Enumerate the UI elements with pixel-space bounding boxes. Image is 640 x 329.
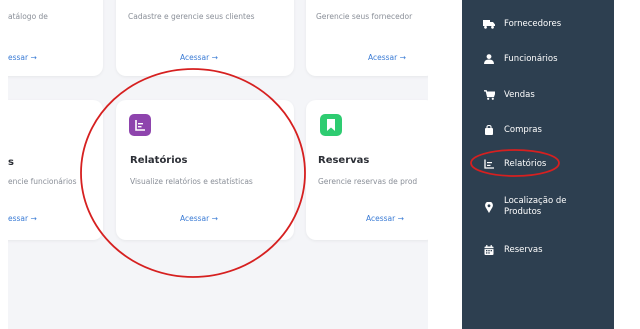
access-link[interactable]: essar → [8, 214, 37, 223]
sidebar-item-label: Vendas [504, 89, 535, 100]
card-description: Visualize relatórios e estatísticas [130, 177, 253, 186]
sidebar-item-label-line1: Localização de [504, 196, 567, 206]
sidebar-item-fornecedores[interactable]: Fornecedores [462, 18, 614, 30]
sidebar-item-relatorios[interactable]: Relatórios [462, 158, 614, 170]
sidebar-item-vendas[interactable]: Vendas [462, 89, 614, 101]
card-description: encie funcionários [8, 177, 77, 186]
sidebar-item-label: Funcionários [504, 53, 558, 64]
card-clientes: Cadastre e gerencie seus clientes Acessa… [116, 0, 294, 76]
card-title: Relatórios [130, 155, 188, 166]
card-description: Cadastre e gerencie seus clientes [128, 12, 255, 21]
access-link[interactable]: Acessar → [180, 53, 218, 62]
sidebar-item-reservas[interactable]: Reservas [462, 244, 614, 256]
pane-separator [428, 0, 462, 329]
bookmark-icon [320, 114, 342, 136]
truck-icon [482, 19, 496, 29]
card-title: Reservas [318, 155, 370, 166]
card-relatorios[interactable]: Relatórios Visualize relatórios e estatí… [116, 100, 294, 240]
user-tie-icon [482, 54, 496, 64]
sidebar-item-funcionarios[interactable]: Funcionários [462, 53, 614, 65]
cart-icon [482, 90, 496, 100]
sidebar-item-localizacao-produtos[interactable]: Localização de Produtos [462, 195, 614, 219]
card-title: s [8, 157, 14, 168]
access-link[interactable]: Acessar → [368, 53, 406, 62]
sidebar-item-label: Reservas [504, 244, 543, 255]
dashboard-pane: atálogo de essar → Cadastre e gerencie s… [8, 0, 428, 329]
report-icon [482, 159, 496, 169]
sidebar-item-label-line2: Produtos [504, 207, 542, 217]
content-area [614, 0, 640, 329]
chart-icon [129, 114, 151, 136]
screen: atálogo de essar → Cadastre e gerencie s… [0, 0, 640, 329]
card-fornecedores: Gerencie seus fornecedor Acessar → [306, 0, 428, 76]
card-produtos: atálogo de essar → [8, 0, 103, 76]
access-link[interactable]: Acessar → [180, 214, 218, 223]
access-link[interactable]: essar → [8, 53, 37, 62]
map-marker-icon [482, 201, 496, 213]
calendar-icon [482, 245, 496, 255]
sidebar-item-label: Relatórios [504, 158, 547, 169]
card-description: atálogo de [8, 12, 48, 21]
bag-icon [482, 125, 496, 135]
sidebar-item-label: Fornecedores [504, 18, 562, 29]
card-funcionarios: s encie funcionários essar → [8, 100, 103, 240]
card-description: Gerencie reservas de prod [318, 177, 418, 186]
sidebar-item-label: Localização de Produtos [504, 196, 566, 218]
sidebar-item-label: Compras [504, 124, 542, 135]
sidebar: Fornecedores Funcionários Vendas Compras [462, 0, 614, 329]
card-reservas[interactable]: Reservas Gerencie reservas de prod Acess… [306, 100, 428, 240]
sidebar-item-compras[interactable]: Compras [462, 124, 614, 136]
card-description: Gerencie seus fornecedor [316, 12, 413, 21]
access-link[interactable]: Acessar → [366, 214, 404, 223]
